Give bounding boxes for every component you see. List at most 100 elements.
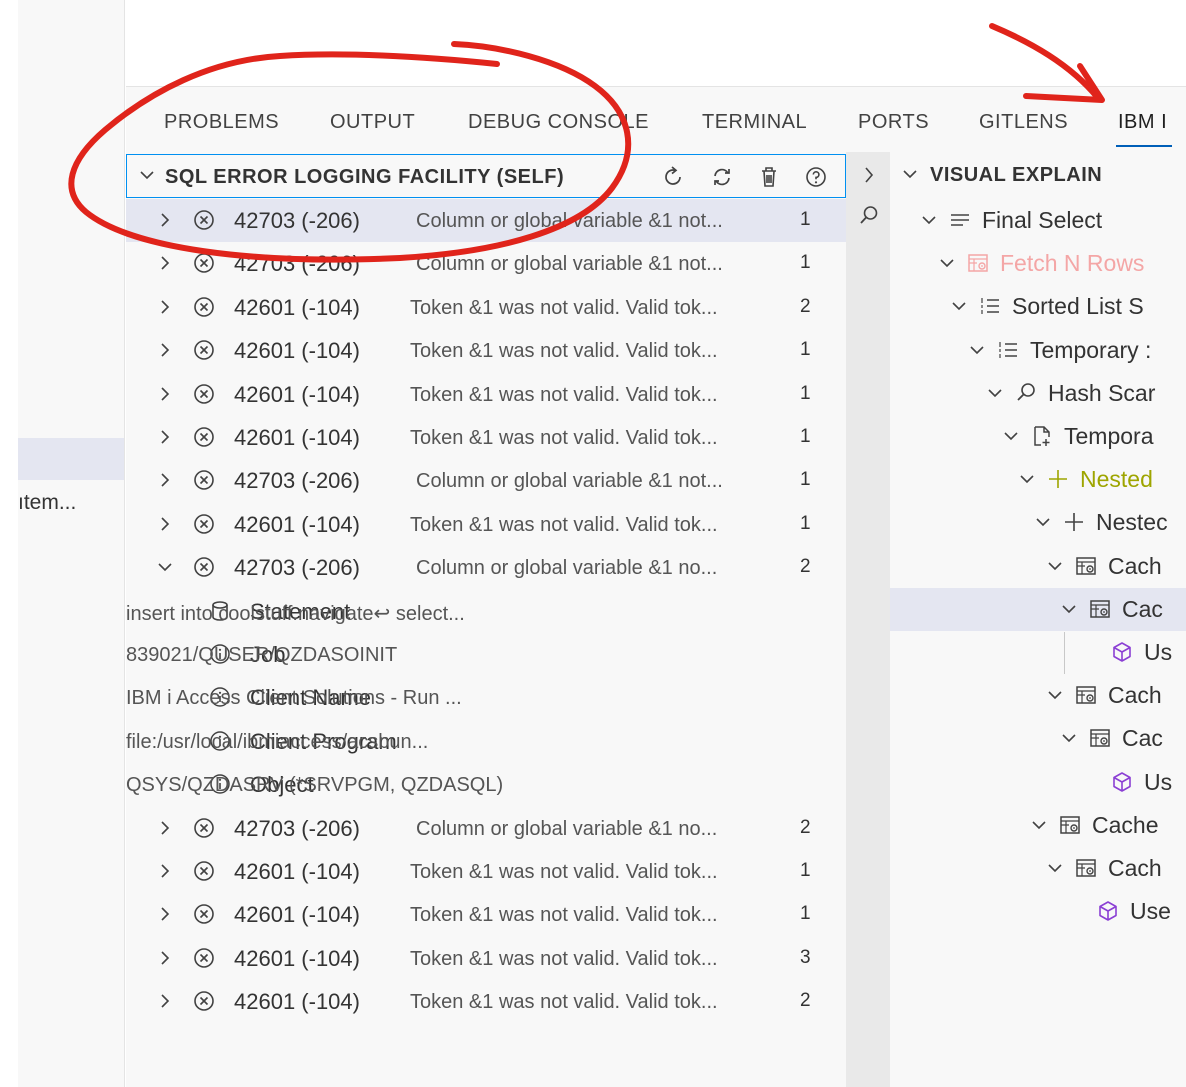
ve-node[interactable]: Temporary :	[890, 329, 1186, 372]
error-message: Token &1 was not valid. Valid tok...	[410, 904, 718, 927]
ve-node[interactable]: Cach	[890, 674, 1186, 717]
ve-node[interactable]: Us	[890, 631, 1186, 674]
error-row[interactable]: 42601 (-104) Token &1 was not valid. Vali…	[126, 937, 846, 980]
error-row[interactable]: 42703 (-206) Column or global variable &1…	[126, 459, 846, 502]
error-icon	[194, 253, 214, 274]
error-row[interactable]: 42601 (-104) Token &1 was not valid. Vali…	[126, 286, 846, 329]
ve-node[interactable]: Cac	[890, 717, 1186, 760]
chevron-right-icon	[161, 864, 170, 878]
plus-icon	[1065, 513, 1083, 532]
ve-node-label: Nestec	[1096, 509, 1168, 536]
chevron-down-icon	[970, 346, 984, 354]
error-code: 42601 (-104)	[234, 859, 360, 884]
detail-row[interactable]: Job 839021/QUSER/QZDASOINIT	[126, 633, 846, 676]
ve-node-label: Us	[1144, 639, 1173, 665]
error-row[interactable]: 42601 (-104) Token &1 was not valid. Vali…	[126, 503, 846, 546]
error-row[interactable]: 42703 (-206) Column or global variable &1…	[126, 807, 846, 850]
error-icon	[194, 904, 214, 925]
detail-row[interactable]: Client Program file:/usr/local/ibmiaccess…	[126, 720, 846, 763]
error-row[interactable]: 42601 (-104) Token &1 was not valid. Vali…	[126, 329, 846, 372]
chevron-right-icon	[161, 343, 170, 357]
error-message: Token &1 was not valid. Valid tok...	[410, 427, 718, 449]
ve-node[interactable]: Hash Scar	[890, 372, 1186, 415]
error-row[interactable]: 42601 (-104) Token &1 was not valid. Vali…	[126, 980, 846, 1023]
chevron-right-icon	[161, 951, 170, 965]
detail-row[interactable]: Object QSYS/QZDASRV (*SRVPGM, QZDASQL)	[126, 763, 846, 806]
cube-icon	[1113, 642, 1131, 662]
error-row[interactable]: 42703 (-206) Column or global variable &1…	[126, 242, 846, 285]
sync-icon[interactable]	[709, 164, 735, 190]
error-row[interactable]: 42703 (-206) Column or global variable &1…	[126, 199, 846, 242]
chevron-down-icon	[988, 389, 1002, 397]
ve-node[interactable]: Fetch N Rows	[890, 242, 1186, 285]
panel-tab-bar: PROBLEMS OUTPUT DEBUG CONSOLE TERMINAL P…	[126, 86, 1186, 152]
error-count: 2	[800, 556, 811, 578]
trash-icon[interactable]	[756, 164, 782, 190]
tab-ibm-i[interactable]: IBM I	[1118, 111, 1167, 134]
error-count: 1	[800, 339, 811, 361]
error-icon	[194, 991, 214, 1011]
table-gear-icon	[1090, 729, 1110, 748]
tab-debug-console[interactable]: DEBUG CONSOLE	[468, 111, 649, 134]
tab-ports[interactable]: PORTS	[858, 111, 929, 134]
chevron-down-icon[interactable]	[900, 164, 920, 184]
ve-node[interactable]: Use	[890, 890, 1186, 933]
chevron-down-icon	[1020, 475, 1034, 484]
error-icon	[194, 861, 214, 881]
error-message: Column or global variable &1 not...	[416, 210, 723, 232]
detail-row[interactable]: Statement insert into coolstuff.navigate↩…	[126, 590, 846, 633]
table-gear-icon	[1090, 600, 1110, 618]
sidebar-item-truncated[interactable]: ıtem...	[18, 491, 124, 515]
ve-node[interactable]: Nested	[890, 458, 1186, 501]
visual-explain-header[interactable]: VISUAL EXPLAIN	[890, 152, 1186, 198]
tab-output[interactable]: OUTPUT	[330, 111, 415, 134]
ve-node-label: Use	[1130, 898, 1171, 925]
tab-gitlens[interactable]: GITLENS	[979, 111, 1068, 134]
error-message: Token &1 was not valid. Valid tok...	[410, 383, 718, 406]
error-row[interactable]: 42601 (-104) Token &1 was not valid. Vali…	[126, 850, 846, 893]
error-code: 42601 (-104)	[234, 425, 360, 450]
error-code: 42703 (-206)	[234, 251, 360, 277]
ve-node[interactable]: Tempora	[890, 415, 1186, 458]
ve-node[interactable]: Cach	[890, 545, 1186, 588]
error-row[interactable]: 42601 (-104) Token &1 was not valid. Vali…	[126, 416, 846, 459]
ve-node-label: Nested	[1080, 466, 1153, 493]
ve-node[interactable]: Cac	[890, 587, 1186, 631]
search-icon[interactable]	[858, 204, 880, 226]
chevron-right-icon[interactable]	[858, 164, 880, 186]
chevron-down-icon	[1032, 821, 1046, 829]
error-row[interactable]: 42601 (-104) Token &1 was not valid. Vali…	[126, 893, 846, 936]
refresh-icon[interactable]	[661, 164, 687, 190]
ve-node[interactable]: Sorted List S	[890, 285, 1186, 328]
detail-value: insert into coolstuff.navigate↩ select..…	[126, 602, 465, 625]
error-row[interactable]: 42703 (-206) Column or global variable &1…	[126, 546, 846, 589]
error-icon	[194, 340, 214, 360]
error-row[interactable]: 42601 (-104) Token &1 was not valid. Vali…	[126, 373, 846, 416]
ve-node[interactable]: Nestec	[890, 501, 1186, 544]
chevron-down-icon[interactable]	[137, 165, 157, 185]
help-icon[interactable]	[803, 164, 829, 190]
error-count: 2	[800, 816, 811, 838]
chevron-down-icon	[1062, 734, 1076, 743]
sql-error-view-header[interactable]: SQL ERROR LOGGING FACILITY (SELF)	[126, 154, 846, 198]
error-count: 2	[800, 990, 811, 1012]
ve-node[interactable]: Cach	[890, 847, 1186, 890]
chevron-down-icon	[952, 302, 966, 311]
detail-row[interactable]: Client Name IBM i Access Client Solutions…	[126, 676, 846, 719]
error-icon	[194, 296, 214, 317]
error-count: 1	[800, 209, 811, 230]
tab-problems[interactable]: PROBLEMS	[164, 111, 279, 134]
visual-explain-title: VISUAL EXPLAIN	[930, 164, 1103, 186]
ve-node[interactable]: Us	[890, 761, 1186, 804]
error-message: Token &1 was not valid. Valid tok...	[410, 861, 718, 883]
ve-node[interactable]: Cache	[890, 804, 1186, 847]
tab-terminal[interactable]: TERMINAL	[702, 111, 807, 134]
error-icon	[194, 557, 214, 577]
sidebar-edge	[0, 0, 18, 1087]
sidebar-selected-row[interactable]	[18, 438, 124, 480]
active-tab-indicator	[1116, 145, 1172, 147]
chevron-right-icon	[161, 387, 170, 401]
ve-node[interactable]: Final Select	[890, 199, 1186, 242]
ve-node-label: Hash Scar	[1048, 379, 1156, 406]
chevron-right-icon	[161, 213, 170, 227]
